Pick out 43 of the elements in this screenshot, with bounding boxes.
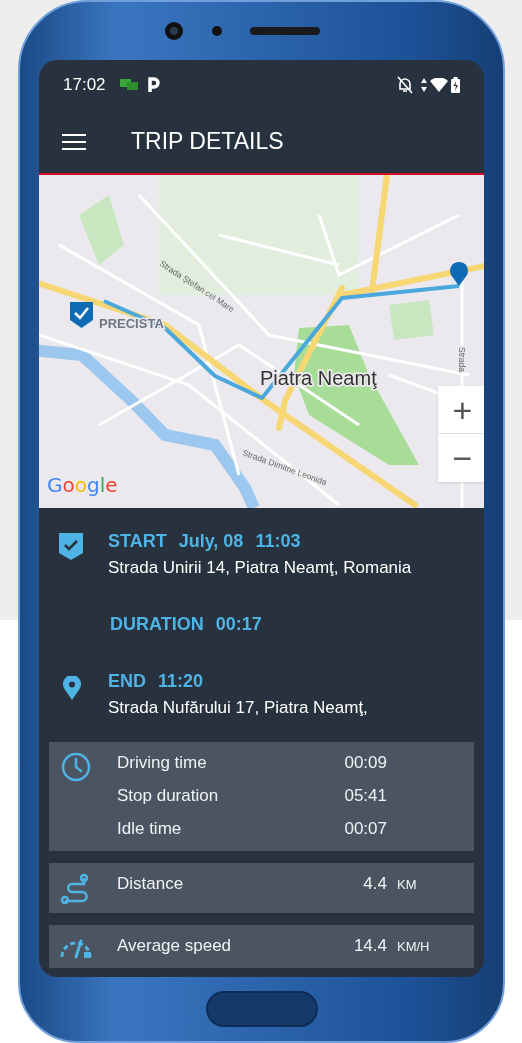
stat-value: 00:09 — [343, 752, 387, 774]
stat-unit: KM/H — [397, 938, 430, 956]
stat-value: 00:07 — [343, 818, 387, 840]
start-time: 11:03 — [255, 530, 301, 553]
end-pin-icon — [450, 261, 468, 286]
start-date: July, 08 — [178, 530, 244, 553]
zoom-out-button[interactable]: − — [438, 434, 484, 482]
start-marker-icon — [70, 302, 93, 328]
screen-title: TRIP DETAILS — [131, 127, 284, 157]
start-address: Strada Unirii 14, Piatra Neamţ, Romania — [108, 557, 412, 579]
bell-off-icon — [397, 76, 413, 94]
stat-value: 05:41 — [343, 785, 387, 807]
stat-label: Stop duration — [117, 785, 220, 807]
check-shield-icon — [59, 533, 83, 560]
chat-icon — [119, 79, 138, 91]
sensor-icon — [211, 26, 222, 36]
battery-icon — [451, 77, 460, 93]
stat-value: 4.4 — [362, 873, 387, 895]
stat-unit: KM — [397, 876, 417, 894]
stat-value: 14.4 — [352, 935, 387, 957]
end-address: Strada Nufărului 17, Piatra Neamţ, — [108, 696, 368, 719]
status-time: 17:02 — [63, 74, 106, 97]
zoom-in-button[interactable]: + — [438, 386, 484, 434]
map-logo: Google — [47, 472, 118, 499]
end-label: END — [108, 669, 146, 693]
menu-icon — [62, 132, 86, 151]
wifi-icon — [430, 78, 448, 92]
data-arrows-icon — [421, 78, 427, 92]
stat-label: Average speed — [117, 935, 233, 957]
stat-label: Idle time — [117, 818, 183, 840]
home-button[interactable] — [205, 991, 318, 1027]
parking-icon — [147, 77, 160, 93]
clock-icon — [61, 752, 91, 782]
speaker-grille — [249, 27, 320, 35]
stat-label: Distance — [117, 873, 185, 895]
stat-label: Driving time — [117, 752, 208, 774]
duration-value: 00:17 — [215, 612, 262, 636]
camera-icon — [163, 21, 184, 41]
street-label: Strada — [457, 347, 467, 373]
end-time: 11:20 — [158, 669, 204, 693]
start-label: START — [108, 530, 167, 553]
location-pin-icon — [63, 675, 81, 700]
duration-label: DURATION — [110, 612, 204, 636]
